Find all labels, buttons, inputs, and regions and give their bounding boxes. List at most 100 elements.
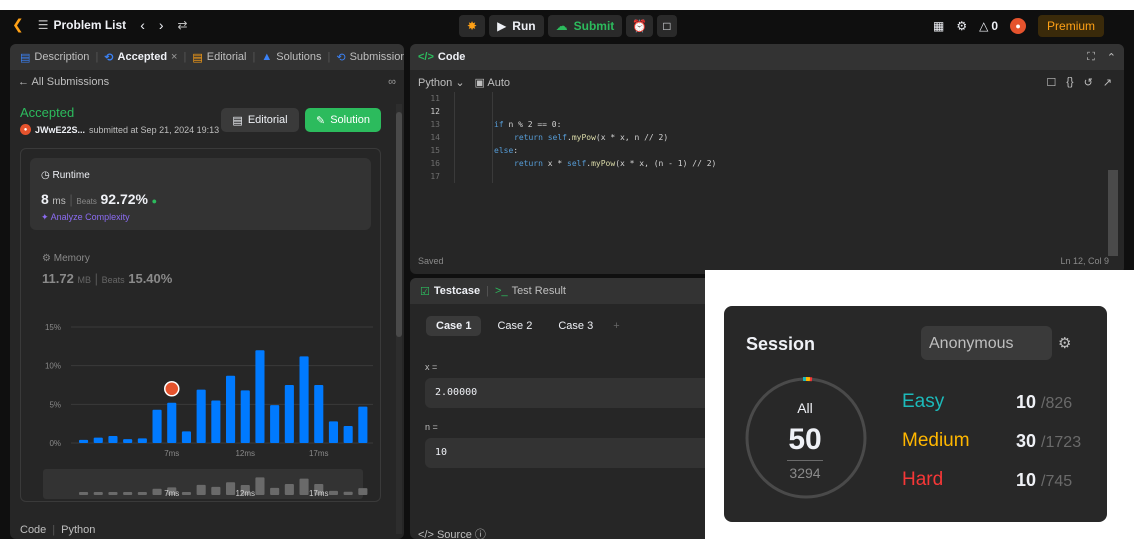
bar[interactable] bbox=[255, 350, 265, 443]
overview-tick-label: 17ms bbox=[309, 489, 329, 498]
alarm-icon: ⏰ bbox=[632, 19, 648, 33]
all-submissions-link[interactable]: ← All Submissions bbox=[18, 76, 109, 88]
n-label: n = bbox=[425, 422, 438, 432]
run-button[interactable]: ▶ Run bbox=[489, 15, 544, 37]
code-label: Code bbox=[20, 524, 47, 536]
avatar-icon[interactable]: ● bbox=[1010, 18, 1027, 34]
overview-bar bbox=[181, 492, 192, 495]
gear-icon[interactable]: ⚙ bbox=[1058, 334, 1071, 352]
bar[interactable] bbox=[240, 390, 250, 443]
add-case-button[interactable]: + bbox=[609, 316, 623, 336]
line-number: 17 bbox=[430, 172, 440, 181]
session-selector[interactable]: Anonymous ⚙ bbox=[921, 326, 1071, 360]
share-link-icon[interactable]: ∞ bbox=[388, 76, 396, 88]
tab-accepted[interactable]: ⟲ Accepted × bbox=[104, 51, 177, 64]
history-icon: ⟲ bbox=[336, 51, 346, 64]
solved-count: 50 bbox=[788, 423, 822, 456]
session-title: Session bbox=[746, 334, 816, 354]
close-icon[interactable]: × bbox=[171, 51, 177, 64]
overview-bar bbox=[328, 490, 339, 495]
bar[interactable] bbox=[167, 402, 177, 443]
notes-button[interactable]: □ bbox=[657, 15, 677, 37]
case-tab-1[interactable]: Case 1 bbox=[426, 316, 482, 336]
bar[interactable] bbox=[152, 409, 162, 443]
shuffle-icon[interactable]: ⇄ bbox=[178, 18, 188, 32]
overview-bar bbox=[152, 488, 162, 495]
bar[interactable] bbox=[93, 437, 103, 443]
tab-submissions[interactable]: ⟲Submissions bbox=[336, 51, 404, 64]
problem-list-button[interactable]: ☰ Problem List bbox=[38, 18, 126, 32]
tab-divider: | bbox=[252, 51, 256, 63]
flask-icon: ▲ bbox=[261, 51, 273, 63]
sparkle-icon: ✦ bbox=[41, 212, 49, 222]
analyze-complexity-link[interactable]: ✦ Analyze Complexity bbox=[41, 212, 130, 223]
overview-bar bbox=[108, 492, 118, 495]
overview-bar bbox=[137, 492, 147, 495]
timer-button[interactable]: ⏰ bbox=[626, 15, 654, 37]
bar[interactable] bbox=[226, 375, 236, 443]
chevron-right-icon[interactable]: › bbox=[159, 17, 164, 33]
bar[interactable] bbox=[123, 439, 133, 443]
bar[interactable] bbox=[299, 356, 309, 443]
bar[interactable] bbox=[270, 405, 280, 443]
tab-description[interactable]: ▤ Description bbox=[20, 51, 89, 64]
tab-editorial[interactable]: ▤ Editorial bbox=[192, 51, 246, 64]
undo-icon[interactable]: ↺ bbox=[1084, 76, 1093, 89]
leetcode-logo[interactable]: ❮ bbox=[12, 16, 24, 33]
play-icon: ▶ bbox=[497, 19, 507, 33]
chevron-up-icon[interactable]: ⌃ bbox=[1107, 51, 1116, 64]
tab-testcase[interactable]: ☑ Testcase bbox=[420, 285, 480, 298]
x-input[interactable]: 2.00000 bbox=[425, 378, 725, 408]
editorial-button[interactable]: ▤ Editorial bbox=[221, 108, 299, 132]
expand-icon[interactable]: ⛶ bbox=[1087, 51, 1095, 64]
bar[interactable] bbox=[343, 425, 353, 443]
code-line: if n % 2 == 0: bbox=[494, 120, 562, 129]
chevron-left-icon[interactable]: ‹ bbox=[140, 17, 145, 33]
bar[interactable] bbox=[196, 389, 206, 443]
submit-button[interactable]: ☁ Submit bbox=[547, 15, 623, 37]
braces-icon[interactable]: {} bbox=[1066, 76, 1073, 89]
fullscreen-icon[interactable]: ↗ bbox=[1103, 76, 1112, 89]
line-number: 13 bbox=[430, 120, 440, 129]
premium-button[interactable]: Premium bbox=[1038, 15, 1105, 37]
code-panel: </> Code ⛶ ⌃ Python ⌄ ▣ Auto ☐ {} ↺ ↗ 11… bbox=[410, 44, 1124, 274]
debug-icon: ✸ bbox=[467, 19, 478, 33]
session-selector-label: Anonymous bbox=[929, 335, 1014, 352]
source-link[interactable]: </> Source ⓘ bbox=[418, 526, 486, 539]
memory-header[interactable]: ⚙ Memory bbox=[42, 253, 90, 264]
overview-bar bbox=[226, 482, 236, 495]
settings-icon[interactable]: ⚙ bbox=[956, 19, 967, 33]
bar[interactable] bbox=[137, 438, 147, 443]
bar[interactable] bbox=[328, 421, 339, 443]
tab-test-result[interactable]: >_ Test Result bbox=[495, 285, 566, 297]
grid-icon[interactable]: ▦ bbox=[933, 19, 944, 33]
scroll-thumb[interactable] bbox=[396, 112, 402, 337]
case-tab-3[interactable]: Case 3 bbox=[548, 316, 603, 336]
overview-bar bbox=[284, 484, 294, 495]
terminal-icon: >_ bbox=[495, 285, 508, 297]
username[interactable]: JWwE22S... bbox=[35, 125, 85, 135]
bookmark-icon[interactable]: ☐ bbox=[1046, 76, 1056, 89]
top-bar: ❮ ☰ Problem List ‹ › ⇄ ✸ ▶ Run ☁ Submit … bbox=[0, 10, 1134, 42]
bar[interactable] bbox=[284, 385, 294, 443]
solution-button[interactable]: ✎ Solution bbox=[305, 108, 381, 132]
streak-counter[interactable]: △ 0 bbox=[979, 19, 998, 33]
language-select[interactable]: Python ⌄ bbox=[418, 76, 465, 89]
auto-mode-toggle[interactable]: ▣ Auto bbox=[475, 76, 511, 89]
editor-scrollbar[interactable] bbox=[1108, 170, 1118, 256]
line-number: 15 bbox=[430, 146, 440, 155]
case-tab-2[interactable]: Case 2 bbox=[487, 316, 542, 336]
bar[interactable] bbox=[314, 385, 324, 443]
clock-icon: ◷ bbox=[41, 170, 50, 181]
left-scrollbar[interactable] bbox=[396, 104, 402, 534]
bar[interactable] bbox=[108, 436, 118, 443]
bar[interactable] bbox=[181, 431, 192, 443]
tab-solutions[interactable]: ▲ Solutions bbox=[261, 51, 321, 63]
submission-meta: ● JWwE22S... submitted at Sep 21, 2024 1… bbox=[20, 124, 219, 135]
bar[interactable] bbox=[79, 439, 89, 443]
n-input[interactable]: 10 bbox=[425, 438, 725, 468]
bar[interactable] bbox=[211, 400, 221, 443]
debug-button[interactable]: ✸ bbox=[459, 15, 486, 37]
runtime-card[interactable]: ◷ Runtime 8 ms | Beats 92.72% ● ✦ Analyz… bbox=[30, 158, 371, 230]
bar[interactable] bbox=[358, 406, 368, 443]
